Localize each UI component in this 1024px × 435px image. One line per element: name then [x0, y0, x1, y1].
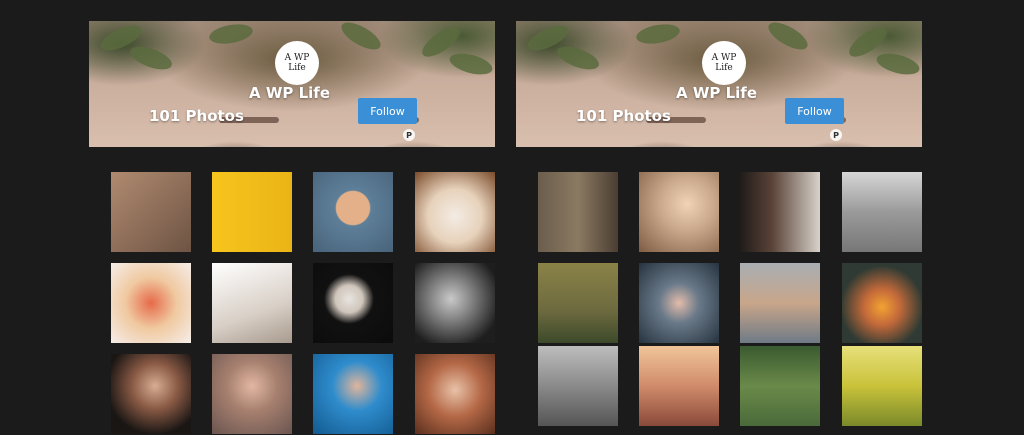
- pixpie-logo-icon: P: [830, 129, 842, 141]
- pixpie-logo-icon: P: [403, 129, 415, 141]
- follow-button[interactable]: Follow: [358, 98, 417, 124]
- photo-thumb[interactable]: [842, 172, 922, 252]
- photo-count: 101 Photos: [149, 107, 244, 125]
- profile-name[interactable]: A WP Life: [249, 84, 349, 102]
- photo-thumb[interactable]: [538, 263, 618, 343]
- photo-thumb[interactable]: [415, 263, 495, 343]
- photo-thumb[interactable]: [740, 346, 820, 426]
- photo-thumb[interactable]: [111, 263, 191, 343]
- photo-thumb[interactable]: [842, 346, 922, 426]
- profile-header: A WP Life A WP Life 101 Photos Follow P: [516, 21, 922, 147]
- photo-count: 101 Photos: [576, 107, 671, 125]
- avatar-text-line2: Life: [288, 63, 306, 73]
- follow-button[interactable]: Follow: [785, 98, 844, 124]
- photo-thumb[interactable]: [111, 354, 191, 434]
- photo-thumb[interactable]: [415, 172, 495, 252]
- avatar-text-line1: A WP: [284, 53, 310, 63]
- photo-thumb[interactable]: [740, 263, 820, 343]
- photo-thumb[interactable]: [639, 263, 719, 343]
- photo-thumb[interactable]: [212, 354, 292, 434]
- avatar-text-line1: A WP: [711, 53, 737, 63]
- photo-thumb[interactable]: [212, 172, 292, 252]
- photo-thumb[interactable]: [538, 172, 618, 252]
- photo-thumb[interactable]: [639, 172, 719, 252]
- photo-thumb[interactable]: [212, 263, 292, 343]
- photo-thumb[interactable]: [313, 354, 393, 434]
- profile-avatar[interactable]: A WP Life: [702, 41, 746, 85]
- photo-thumb[interactable]: [740, 172, 820, 252]
- profile-header: A WP Life A WP Life 101 Photos Follow P: [89, 21, 495, 147]
- photo-thumb[interactable]: [313, 172, 393, 252]
- photo-thumb[interactable]: [313, 263, 393, 343]
- photo-thumb[interactable]: [111, 172, 191, 252]
- profile-name[interactable]: A WP Life: [676, 84, 776, 102]
- profile-avatar[interactable]: A WP Life: [275, 41, 319, 85]
- photo-thumb[interactable]: [639, 346, 719, 426]
- photo-thumb[interactable]: [842, 263, 922, 343]
- photo-thumb[interactable]: [538, 346, 618, 426]
- avatar-text-line2: Life: [715, 63, 733, 73]
- photo-thumb[interactable]: [415, 354, 495, 434]
